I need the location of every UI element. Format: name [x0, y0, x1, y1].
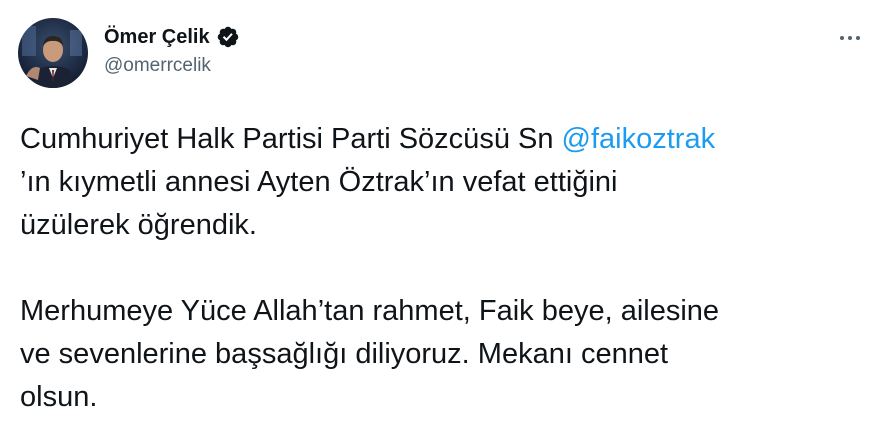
- tweet-body: Cumhuriyet Halk Partisi Parti Sözcüsü Sn…: [20, 118, 870, 419]
- tweet-text-line-4: Merhumeye Yüce Allah’tan rahmet, Faik be…: [20, 295, 720, 327]
- author-handle[interactable]: @omerrcelik: [104, 54, 240, 78]
- verified-badge-icon: [216, 25, 240, 49]
- tweet-text-line-1: Cumhuriyet Halk Partisi Parti Sözcüsü Sn: [20, 123, 562, 155]
- tweet-paragraph-2: Merhumeye Yüce Allah’tan rahmet, Faik be…: [20, 290, 870, 419]
- tweet-text-line-2: ’ın kıymetli annesi Ayten Öztrak’ın vefa…: [20, 166, 618, 198]
- tweet-card: Ömer Çelik @omerrcelik Cumhuriyet Halk P…: [0, 0, 884, 427]
- tweet-paragraph-1: Cumhuriyet Halk Partisi Parti Sözcüsü Sn…: [20, 118, 870, 247]
- ellipsis-icon: [840, 36, 860, 40]
- tweet-text-line-6: olsun.: [20, 381, 98, 413]
- author-info: Ömer Çelik @omerrcelik: [104, 24, 240, 78]
- author-avatar[interactable]: [18, 18, 88, 88]
- author-name-row: Ömer Çelik: [104, 24, 240, 50]
- tweet-text-line-5: ve sevenlerine başsağlığı diliyoruz. Mek…: [20, 338, 669, 370]
- author-display-name[interactable]: Ömer Çelik: [104, 24, 210, 50]
- tweet-text-line-3: üzülerek öğrendik.: [20, 209, 257, 241]
- mention-link[interactable]: @faikoztrak: [562, 123, 716, 155]
- more-options-button[interactable]: [832, 24, 868, 52]
- avatar-photo-icon: [18, 18, 88, 88]
